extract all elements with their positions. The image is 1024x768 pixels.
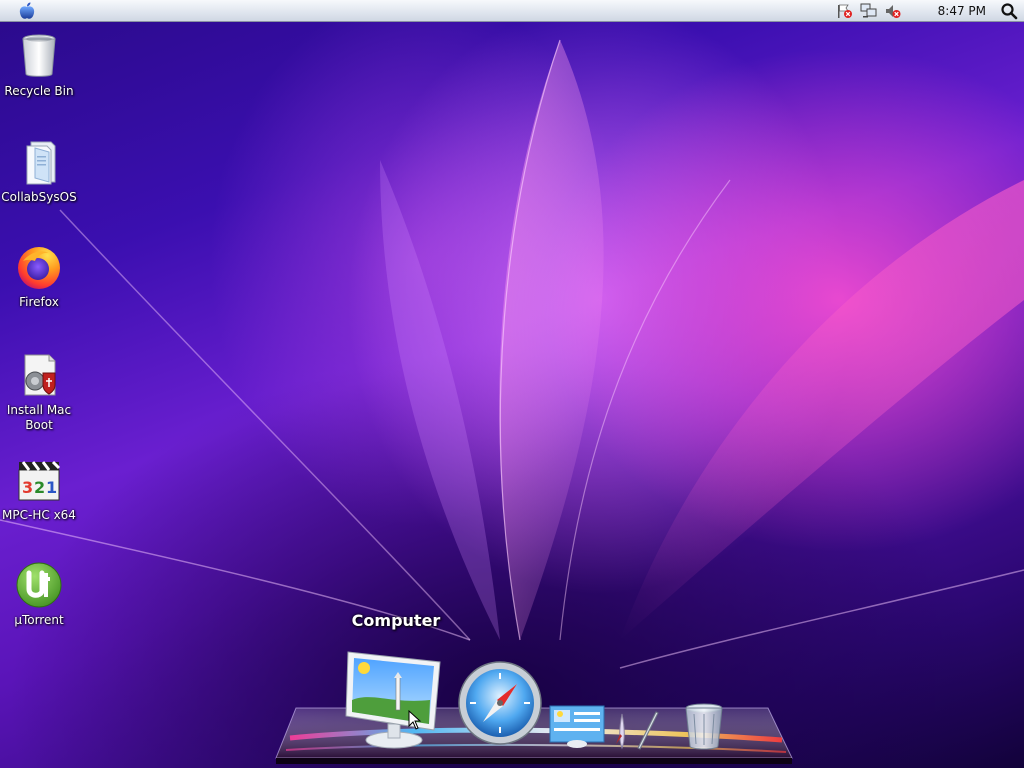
dock-item-computer[interactable] [342,644,446,750]
dock-item-trash[interactable] [680,700,728,752]
dock-shelf [275,707,793,764]
computer-icon [345,651,441,749]
trash-icon [685,703,723,750]
desktop: 8:47 PM Recycle Bin CollabSysOS Firefox … [0,0,1024,768]
dock-item-safari[interactable] [457,660,543,746]
draw-icon [616,711,659,750]
dock-tooltip: Computer [351,611,441,630]
mail-icon [549,705,605,748]
dock-item-draw[interactable] [608,704,664,752]
mouse-cursor [408,710,422,730]
dock-item-mail[interactable] [548,702,606,750]
safari-icon [458,661,542,745]
